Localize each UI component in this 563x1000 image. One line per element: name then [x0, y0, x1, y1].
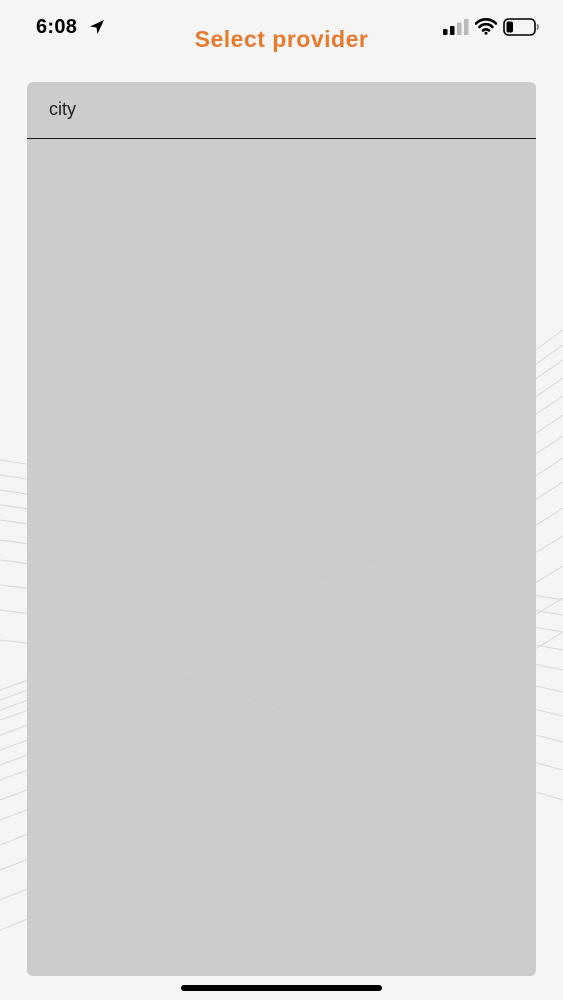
- search-input[interactable]: city: [49, 99, 76, 120]
- page-title: Select provider: [194, 26, 369, 52]
- provider-panel: city: [27, 82, 536, 976]
- search-field[interactable]: city: [27, 82, 536, 139]
- home-indicator[interactable]: [181, 985, 382, 991]
- provider-list[interactable]: [27, 140, 536, 976]
